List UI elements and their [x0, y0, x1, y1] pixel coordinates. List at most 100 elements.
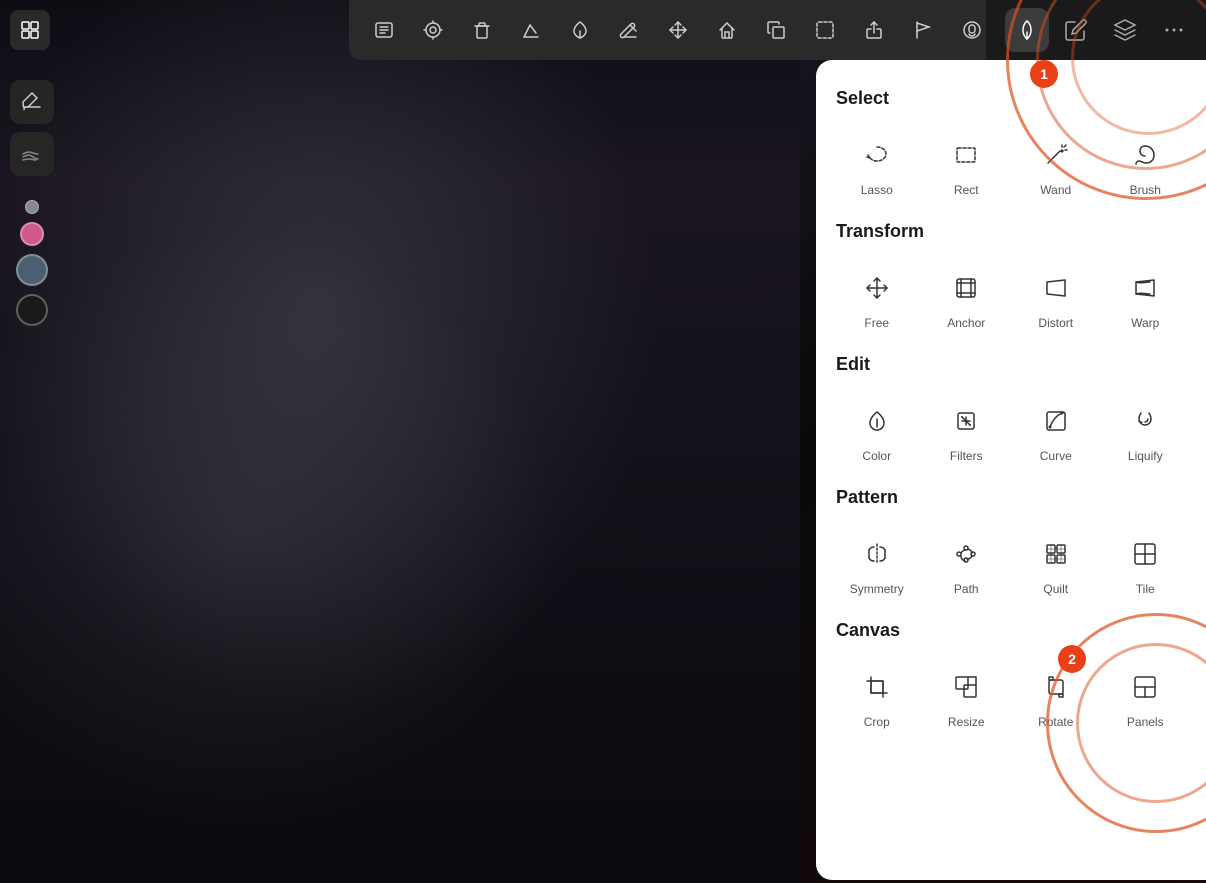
section-edit: Edit Color [836, 354, 1186, 471]
path-icon [944, 532, 988, 576]
artwork [0, 0, 800, 883]
liquify-label: Liquify [1128, 449, 1163, 463]
tile-icon [1123, 532, 1167, 576]
panels-label: Panels [1127, 715, 1164, 729]
color-dot-pink[interactable] [20, 222, 44, 246]
crop-label: Crop [864, 715, 890, 729]
edit-tool-btn[interactable] [1054, 8, 1098, 52]
path-label: Path [954, 582, 979, 596]
curve-label: Curve [1040, 449, 1072, 463]
lasso-tool-item[interactable]: Lasso [836, 125, 918, 205]
lasso-label: Lasso [861, 183, 893, 197]
panels-tool-item[interactable]: Panels [1105, 657, 1187, 737]
rect-label: Rect [954, 183, 979, 197]
copy-btn[interactable] [756, 10, 796, 50]
delete-btn[interactable] [462, 10, 502, 50]
liquify-tool-item[interactable]: Liquify [1105, 391, 1187, 471]
canvas-title: Canvas [836, 620, 1186, 641]
resize-icon [944, 665, 988, 709]
share-btn[interactable] [854, 10, 894, 50]
gallery-btn[interactable] [413, 10, 453, 50]
color-edit-label: Color [862, 449, 891, 463]
rotate-label: Rotate [1038, 715, 1073, 729]
transform-grid: Free Anchor [836, 258, 1186, 338]
corner-button[interactable] [10, 10, 50, 50]
quilt-icon [1034, 532, 1078, 576]
pen-tool-btn[interactable] [1005, 8, 1049, 52]
section-transform: Transform Free [836, 221, 1186, 338]
pattern-grid: Symmetry Path [836, 524, 1186, 604]
free-label: Free [864, 316, 889, 330]
brush-select-tool-item[interactable]: Brush [1105, 125, 1187, 205]
section-select: Select Lasso Rect [836, 88, 1186, 205]
edit-grid: Color Filters [836, 391, 1186, 471]
color-dot-sm[interactable] [25, 200, 39, 214]
path-tool-item[interactable]: Path [926, 524, 1008, 604]
anchor-tool-item[interactable]: Anchor [926, 258, 1008, 338]
lasso-icon [855, 133, 899, 177]
distort-label: Distort [1038, 316, 1073, 330]
tile-tool-item[interactable]: Tile [1105, 524, 1187, 604]
badge-1: 1 [1030, 60, 1058, 88]
warp-icon [1123, 266, 1167, 310]
quilt-tool-item[interactable]: Quilt [1015, 524, 1097, 604]
liquify-icon [1123, 399, 1167, 443]
filters-icon [944, 399, 988, 443]
color-edit-tool-item[interactable]: Color [836, 391, 918, 471]
more-btn[interactable] [1152, 8, 1196, 52]
color-dot-blue[interactable] [16, 254, 48, 286]
quilt-label: Quilt [1043, 582, 1068, 596]
free-tool-item[interactable]: Free [836, 258, 918, 338]
rect-tool-item[interactable]: Rect [926, 125, 1008, 205]
top-toolbar [349, 0, 1006, 60]
layers-btn[interactable] [1103, 8, 1147, 52]
anchor-label: Anchor [947, 316, 985, 330]
menu-btn[interactable] [364, 10, 404, 50]
wand-tool-item[interactable]: Wand [1015, 125, 1097, 205]
color-edit-icon [855, 399, 899, 443]
crop-icon [855, 665, 899, 709]
left-sidebar [10, 80, 54, 326]
curve-tool-item[interactable]: Curve [1015, 391, 1097, 471]
move-btn[interactable] [658, 10, 698, 50]
section-canvas: Canvas Crop [836, 620, 1186, 737]
filters-label: Filters [950, 449, 983, 463]
badge-2: 2 [1058, 645, 1086, 673]
distort-icon [1034, 266, 1078, 310]
main-panel: Select Lasso Rect [816, 60, 1206, 880]
filters-tool-item[interactable]: Filters [926, 391, 1008, 471]
warp-tool-item[interactable]: Warp [1105, 258, 1187, 338]
brush-tool-btn[interactable] [10, 80, 54, 124]
resize-label: Resize [948, 715, 985, 729]
brush-select-icon [1123, 133, 1167, 177]
brush-select-label: Brush [1130, 183, 1161, 197]
symmetry-label: Symmetry [850, 582, 904, 596]
transform-btn[interactable] [511, 10, 551, 50]
ink-btn[interactable] [560, 10, 600, 50]
symmetry-tool-item[interactable]: Symmetry [836, 524, 918, 604]
select-btn[interactable] [805, 10, 845, 50]
pattern-title: Pattern [836, 487, 1186, 508]
transform-title: Transform [836, 221, 1186, 242]
smudge-tool-btn[interactable] [10, 132, 54, 176]
eraser-btn[interactable] [609, 10, 649, 50]
distort-tool-item[interactable]: Distort [1015, 258, 1097, 338]
wand-label: Wand [1040, 183, 1071, 197]
select-grid: Lasso Rect [836, 125, 1186, 205]
rotate-tool-item[interactable]: Rotate [1015, 657, 1097, 737]
resize-tool-item[interactable]: Resize [926, 657, 1008, 737]
right-toolbar [986, 0, 1206, 60]
edit-title: Edit [836, 354, 1186, 375]
crop-tool-item[interactable]: Crop [836, 657, 918, 737]
rect-icon [944, 133, 988, 177]
flag-btn[interactable] [903, 10, 943, 50]
select-title: Select [836, 88, 1186, 109]
color-dot-dark[interactable] [16, 294, 48, 326]
warp-label: Warp [1131, 316, 1159, 330]
wand-icon [1034, 133, 1078, 177]
tile-label: Tile [1136, 582, 1155, 596]
fill-btn[interactable] [707, 10, 747, 50]
free-icon [855, 266, 899, 310]
symmetry-icon [855, 532, 899, 576]
curve-icon [1034, 399, 1078, 443]
